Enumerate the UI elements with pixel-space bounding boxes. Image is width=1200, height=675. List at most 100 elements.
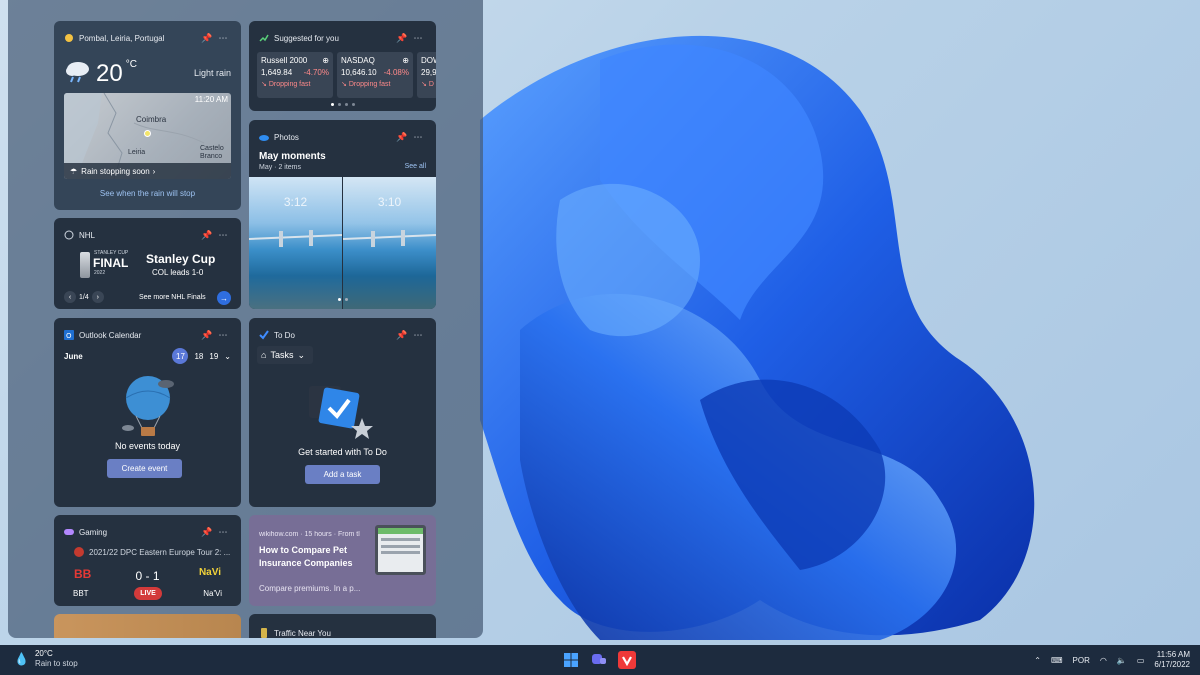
next-icon[interactable]: › xyxy=(91,291,104,303)
more-icon[interactable]: ⋯ xyxy=(410,132,426,143)
live-badge: LIVE xyxy=(134,587,162,600)
pin-icon[interactable]: 📌 xyxy=(199,330,215,341)
traffic-icon xyxy=(259,628,269,638)
more-icon[interactable]: ⋯ xyxy=(215,527,231,538)
rain-note: Rain stopping soon xyxy=(81,166,150,176)
tasks-label: Tasks xyxy=(270,350,294,360)
stock-status: Dropping fast xyxy=(268,81,311,88)
add-icon[interactable]: ⊕ xyxy=(322,56,329,65)
photos-card[interactable]: Photos 📌 ⋯ May moments May · 2 items See… xyxy=(249,120,436,309)
team1-name: BBT xyxy=(73,589,89,598)
photo-time: 3:12 xyxy=(283,195,308,209)
gamepad-icon xyxy=(64,527,74,537)
photo-thumb[interactable]: 3:12 xyxy=(249,177,342,309)
news-headline[interactable]: How to Compare Pet Insurance Companies xyxy=(259,544,369,570)
chevron-up-icon[interactable]: ⌃ xyxy=(1034,656,1041,665)
stock-item[interactable]: NASDAQ ⊕ 10,646.10 -4.08% ↘ Dropping fast xyxy=(337,52,413,98)
rain-icon: 💧 xyxy=(14,652,29,666)
stocks-card[interactable]: Suggested for you 📌 ⋯ Russell 2000 ⊕ 1,64… xyxy=(249,21,436,111)
stocks-title: Suggested for you xyxy=(274,33,339,43)
stock-item[interactable]: DOW 29,92 ↘ D xyxy=(417,52,436,98)
day[interactable]: 18 xyxy=(194,352,203,361)
add-task-button[interactable]: Add a task xyxy=(305,465,380,484)
taskbar: 💧 20°C Rain to stop ⌃ ⌨ POR ◠ 🔈 ▭ 11:56 … xyxy=(0,645,1200,675)
chevron-down-icon: ⌄ xyxy=(297,349,305,360)
add-icon[interactable]: ⊕ xyxy=(402,56,409,65)
more-icon[interactable]: ⋯ xyxy=(215,230,231,241)
pin-icon[interactable]: 📌 xyxy=(394,330,410,341)
pin-icon[interactable]: 📌 xyxy=(199,33,215,44)
news-snippet: Compare premiums. In a p... xyxy=(259,584,361,593)
weather-unit: °C xyxy=(125,59,137,70)
trophy-icon xyxy=(80,252,90,278)
taskbar-weather[interactable]: 💧 20°C Rain to stop xyxy=(14,649,78,669)
create-event-button[interactable]: Create event xyxy=(107,459,182,478)
todo-card[interactable]: To Do 📌 ⋯ ⌂ Tasks ⌄ Get started with To … xyxy=(249,318,436,507)
more-icon[interactable]: ⋯ xyxy=(410,330,426,341)
tasks-dropdown[interactable]: ⌂ Tasks ⌄ xyxy=(257,346,313,364)
weather-map[interactable]: 11:20 AM Coimbra Leiria Castelo Branco ☂… xyxy=(64,93,231,179)
day-selected[interactable]: 17 xyxy=(172,348,189,364)
calendar-card[interactable]: O Outlook Calendar 📌 ⋯ June 17 18 19 ⌄ N… xyxy=(54,318,241,507)
logo-main-text: FINAL xyxy=(93,256,129,270)
map-place-coimbra: Coimbra xyxy=(136,115,167,124)
battery-icon[interactable]: ▭ xyxy=(1137,656,1145,665)
pin-icon[interactable]: 📌 xyxy=(199,527,215,538)
pin-icon[interactable]: 📌 xyxy=(394,33,410,44)
see-all-link[interactable]: See all xyxy=(405,163,426,170)
nhl-link[interactable]: See more NHL Finals xyxy=(139,294,206,301)
traffic-card[interactable]: Traffic Near You xyxy=(249,614,436,638)
stock-item[interactable]: Russell 2000 ⊕ 1,649.84 -4.70% ↘ Dropping … xyxy=(257,52,333,98)
map-time: 11:20 AM xyxy=(194,95,228,104)
weather-sun-icon xyxy=(64,33,74,43)
weather-link[interactable]: See when the rain will stop xyxy=(54,189,241,198)
chat-icon[interactable] xyxy=(590,651,608,669)
news-card[interactable]: wikihow.com · 15 hours · From tl How to … xyxy=(249,515,436,606)
team2-name: Na'Vi xyxy=(203,589,222,598)
nhl-sub: COL leads 1-0 xyxy=(152,268,204,277)
arrow-right-icon[interactable]: → xyxy=(217,291,231,305)
gaming-card[interactable]: Gaming 📌 ⋯ 2021/22 DPC Eastern Europe To… xyxy=(54,515,241,606)
photos-title: Photos xyxy=(274,132,299,142)
navi-logo: NaVi xyxy=(198,567,221,578)
wifi-icon[interactable]: ◠ xyxy=(1100,656,1107,665)
logo-year-text: 2022 xyxy=(94,270,106,276)
trend-down-icon: ↘ xyxy=(341,81,347,88)
stock-status: D xyxy=(428,81,434,88)
rain-note-bar[interactable]: ☂ Rain stopping soon › xyxy=(64,163,231,179)
pager-dots[interactable] xyxy=(249,298,436,301)
nhl-card[interactable]: NHL 📌 ⋯ STANLEY CUP FINAL 2022 Stanley C… xyxy=(54,218,241,309)
todo-title: To Do xyxy=(274,330,295,340)
more-icon[interactable]: ⋯ xyxy=(215,330,231,341)
weather-temp: 20 xyxy=(96,59,123,87)
clock[interactable]: 11:56 AM 6/17/2022 xyxy=(1154,650,1190,670)
trend-down-icon: ↘ xyxy=(421,81,427,88)
stock-name: Russell 2000 xyxy=(261,56,308,65)
home-icon: ⌂ xyxy=(261,350,267,360)
volume-icon[interactable]: 🔈 xyxy=(1117,656,1127,665)
day[interactable]: 19 xyxy=(209,352,218,361)
more-icon[interactable]: ⋯ xyxy=(215,33,231,44)
nhl-pager: 1/4 xyxy=(79,293,89,301)
stock-value: 1,649.84 xyxy=(261,68,293,77)
photo-thumb[interactable]: 3:10 xyxy=(343,177,436,309)
language-indicator[interactable]: POR xyxy=(1073,656,1090,665)
news-thumbnail[interactable] xyxy=(375,525,426,575)
keyboard-icon[interactable]: ⌨ xyxy=(1051,656,1063,665)
calendar-month: June xyxy=(64,352,83,361)
svg-text:O: O xyxy=(66,332,72,340)
pin-icon[interactable]: 📌 xyxy=(394,132,410,143)
balloon-illustration xyxy=(122,376,174,436)
start-windows-icon[interactable] xyxy=(562,651,580,669)
photo-time: 3:10 xyxy=(377,195,402,209)
map-place-branco: Branco xyxy=(200,153,223,160)
chevron-down-icon[interactable]: ⌄ xyxy=(224,352,231,361)
pager-dots[interactable] xyxy=(249,103,436,106)
vivaldi-icon[interactable] xyxy=(618,651,636,669)
pin-icon[interactable]: 📌 xyxy=(199,230,215,241)
more-icon[interactable]: ⋯ xyxy=(410,33,426,44)
todo-empty: Get started with To Do xyxy=(298,447,387,457)
prev-icon[interactable]: ‹ xyxy=(64,291,76,303)
partial-card[interactable] xyxy=(54,614,241,638)
weather-card[interactable]: Pombal, Leiria, Portugal 📌 ⋯ 20 °C Light… xyxy=(54,21,241,210)
